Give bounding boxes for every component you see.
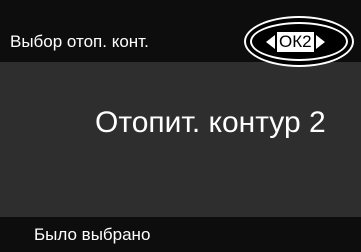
selector-value[interactable]: ОК2 xyxy=(277,32,314,52)
circuit-selector[interactable]: ОК2 xyxy=(266,31,325,53)
header-title: Выбор отоп. конт. xyxy=(10,32,149,51)
triangle-left-icon[interactable] xyxy=(266,35,275,49)
footer-status: Было выбрано xyxy=(34,225,151,244)
main-area: Отопит. контур 2 xyxy=(0,62,361,217)
triangle-right-icon[interactable] xyxy=(315,35,325,49)
footer-bar: Было выбрано xyxy=(0,217,361,252)
display-screen: Выбор отоп. конт. Отопит. контур 2 Было … xyxy=(0,0,361,252)
selected-circuit-name: Отопит. контур 2 xyxy=(95,106,326,139)
